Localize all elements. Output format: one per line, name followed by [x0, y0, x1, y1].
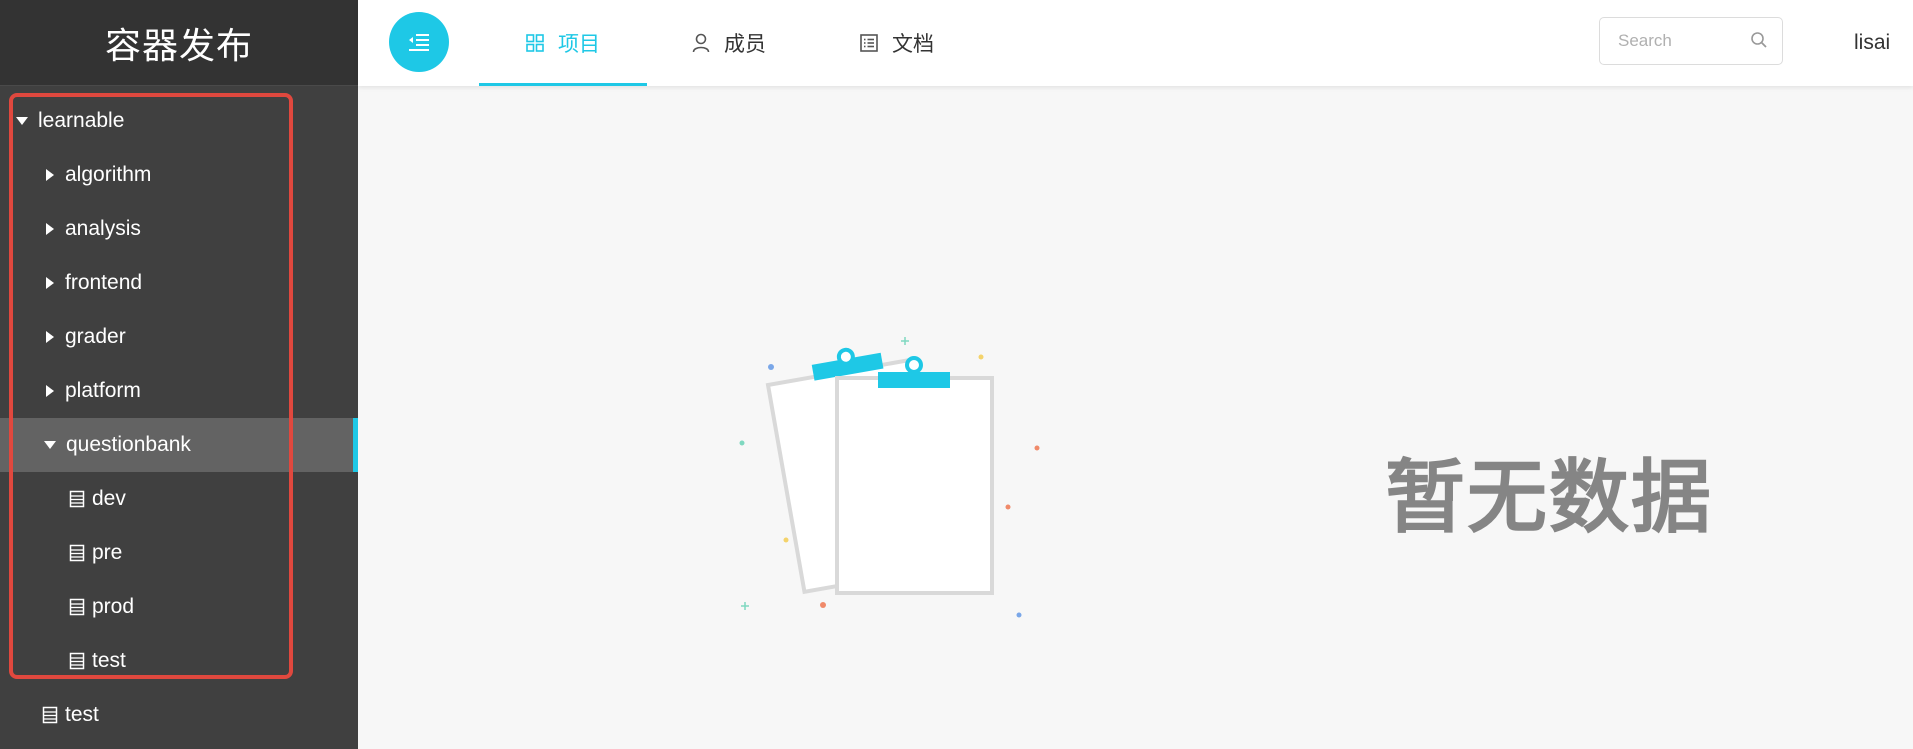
- search-box[interactable]: [1599, 17, 1783, 65]
- tab-label: 项目: [558, 33, 600, 56]
- user-name[interactable]: lisai: [1854, 0, 1890, 86]
- tree-item-pre[interactable]: pre: [0, 526, 358, 580]
- tree-item-grader[interactable]: grader: [0, 310, 358, 364]
- file-list-icon: [69, 490, 85, 508]
- file-list-icon: [69, 652, 85, 670]
- app-title: 容器发布: [104, 25, 253, 67]
- grid-icon: [526, 34, 544, 52]
- tree-item-label: platform: [65, 379, 141, 402]
- file-list-icon: [69, 544, 85, 562]
- empty-state-text: 暂无数据: [1385, 451, 1713, 544]
- caret-right-icon[interactable]: [46, 385, 54, 397]
- sidebar: 容器发布 learnable algorithm analysis fronte…: [0, 0, 358, 749]
- tree-item-label: pre: [92, 541, 123, 564]
- file-list-icon: [69, 598, 85, 616]
- user-icon: [692, 33, 710, 53]
- tree-item-label: test: [92, 649, 126, 672]
- tree-item-label: learnable: [38, 109, 125, 132]
- caret-right-icon[interactable]: [46, 331, 54, 343]
- tab-members[interactable]: 成员: [692, 0, 766, 86]
- menu-collapse-icon: [409, 34, 429, 51]
- caret-down-icon[interactable]: [16, 117, 28, 125]
- tree-item-frontend[interactable]: frontend: [0, 256, 358, 310]
- tree-item-test[interactable]: test: [0, 634, 358, 688]
- menu-toggle-button[interactable]: [389, 12, 449, 72]
- tree-item-test-root[interactable]: test: [0, 688, 358, 742]
- tree-item-label: algorithm: [65, 163, 152, 186]
- caret-down-icon[interactable]: [44, 441, 56, 449]
- caret-right-icon[interactable]: [46, 277, 54, 289]
- search-icon[interactable]: [1750, 31, 1768, 49]
- file-list-icon: [42, 706, 58, 724]
- tree-item-label: prod: [92, 595, 135, 618]
- tab-projects[interactable]: 项目: [479, 0, 647, 86]
- tree-item-label: frontend: [65, 271, 143, 294]
- tree-item-questionbank[interactable]: questionbank: [0, 418, 358, 472]
- list-doc-icon: [860, 34, 878, 52]
- tree-item-learnable[interactable]: learnable: [0, 94, 358, 148]
- tree-item-label: dev: [92, 487, 126, 510]
- tab-label: 成员: [724, 33, 766, 56]
- top-navbar: 项目 成员 文档 Search lisai: [358, 0, 1913, 86]
- tab-label: 文档: [892, 33, 934, 56]
- sidebar-header: 容器发布: [0, 0, 358, 86]
- tree-item-label: questionbank: [66, 433, 191, 456]
- tree-item-label: analysis: [65, 217, 141, 240]
- caret-right-icon[interactable]: [46, 169, 54, 181]
- tab-docs[interactable]: 文档: [860, 0, 934, 86]
- tree-item-label: test: [65, 703, 99, 726]
- caret-right-icon[interactable]: [46, 223, 54, 235]
- tree-item-prod[interactable]: prod: [0, 580, 358, 634]
- tree-item-label: grader: [65, 325, 126, 348]
- tree-item-algorithm[interactable]: algorithm: [0, 148, 358, 202]
- clipboard-empty-icon: [730, 325, 1050, 630]
- search-input[interactable]: [1616, 30, 1750, 52]
- tree-item-platform[interactable]: platform: [0, 364, 358, 418]
- tree-item-analysis[interactable]: analysis: [0, 202, 358, 256]
- tree-item-dev[interactable]: dev: [0, 472, 358, 526]
